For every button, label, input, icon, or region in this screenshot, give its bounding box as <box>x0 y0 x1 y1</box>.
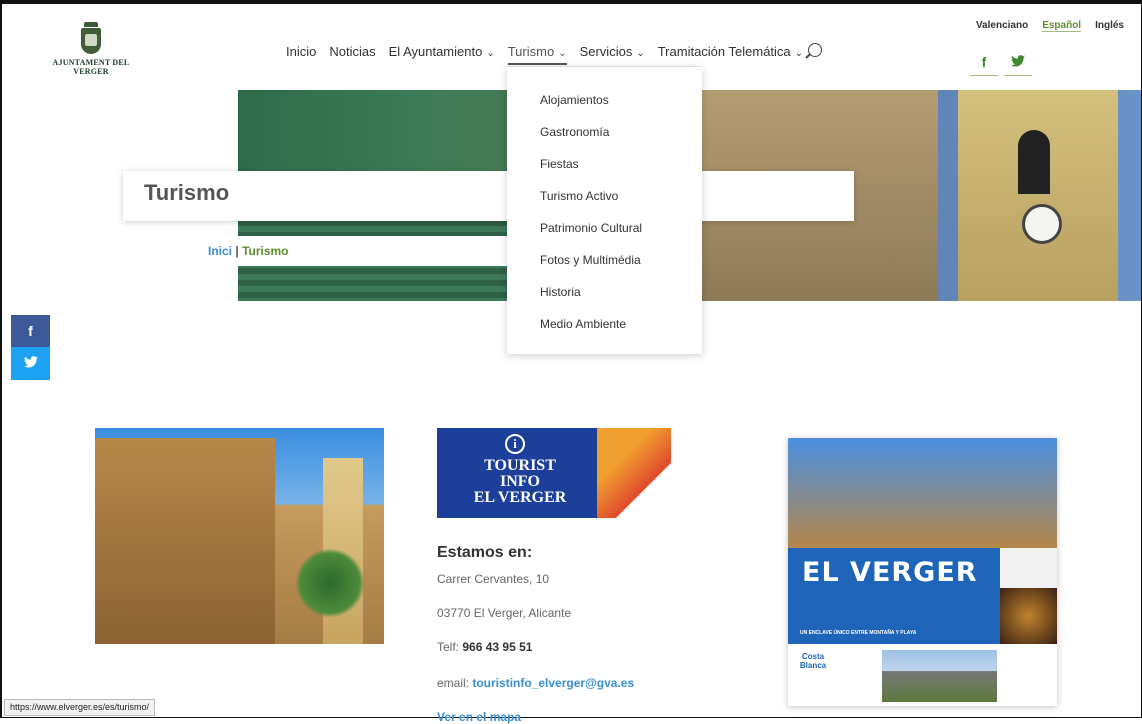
nav-label: Noticias <box>329 44 376 59</box>
contact-heading: Estamos en: <box>437 544 533 561</box>
info-icon: i <box>505 434 525 454</box>
nav-inicio[interactable]: Inicio <box>286 44 316 59</box>
logo-text: AJUNTAMENT DEL VERGER <box>52 58 130 76</box>
poster-photo <box>788 438 1057 548</box>
el-verger-poster[interactable]: EL VERGER UN ENCLAVE ÚNICO ENTRE MONTAÑA… <box>788 438 1057 706</box>
turismo-dropdown: Alojamientos Gastronomía Fiestas Turismo… <box>507 66 702 354</box>
lang-espanol[interactable]: Español <box>1042 20 1082 32</box>
phone-line: Telf: 966 43 95 51 <box>437 640 532 654</box>
hero-image-bell <box>1018 130 1050 194</box>
chevron-down-icon: ⌄ <box>636 48 645 59</box>
side-twitter-icon[interactable] <box>11 347 50 380</box>
costa-blanca-logo: Costa Blanca <box>799 652 827 670</box>
header-social: f <box>970 54 1038 76</box>
email-line: email: touristinfo_elverger@gva.es <box>437 676 634 690</box>
tourist-logo-line: EL VERGER <box>473 489 567 506</box>
status-bar-url: https://www.elverger.es/es/turismo/ <box>4 699 156 716</box>
menu-item-turismo-activo[interactable]: Turismo Activo <box>540 189 618 203</box>
hero-image-tower <box>958 90 1118 301</box>
crown-icon <box>84 22 98 27</box>
chevron-down-icon: ⌄ <box>486 48 495 59</box>
email-label: email: <box>437 676 470 690</box>
chevron-down-icon: ⌄ <box>794 48 804 59</box>
hero-image-clock <box>1022 204 1062 244</box>
nav-tramitacion[interactable]: Tramitación Telemática ⌄ <box>658 44 803 59</box>
nav-turismo[interactable]: Turismo ⌄ <box>507 44 567 65</box>
breadcrumb-separator: | <box>235 244 239 258</box>
tourist-logo-line: TOURIST <box>484 457 556 474</box>
nav-label: El Ayuntamiento <box>388 44 483 59</box>
photo-building <box>95 438 275 644</box>
nav-label: Tramitación Telemática <box>657 44 791 59</box>
nav-label: Servicios <box>579 44 633 59</box>
coat-of-arms-icon <box>81 28 101 54</box>
page-title-box: Turismo <box>123 171 854 221</box>
chevron-down-icon: ⌄ <box>558 48 567 59</box>
poster-subtitle: UN ENCLAVE ÚNICO ENTRE MONTAÑA Y PLAYA <box>800 630 917 636</box>
menu-item-fiestas[interactable]: Fiestas <box>540 157 579 171</box>
nav-noticias[interactable]: Noticias <box>329 44 375 59</box>
breadcrumb-home[interactable]: Inici <box>208 244 232 258</box>
sun-palm-graphic <box>597 428 671 518</box>
page-title: Turismo <box>144 180 230 205</box>
email-link[interactable]: touristinfo_elverger@gva.es <box>472 676 634 690</box>
tourist-logo-line: INFO <box>500 473 540 490</box>
main-nav: Inicio Noticias El Ayuntamiento ⌄ Turismo… <box>286 42 823 65</box>
breadcrumb: Inici | Turismo <box>193 236 508 266</box>
nav-label: Inicio <box>286 44 317 59</box>
tourist-info-logo: i TOURIST INFO EL VERGER <box>437 428 671 518</box>
twitter-icon[interactable] <box>1004 54 1032 76</box>
site-logo[interactable]: AJUNTAMENT DEL VERGER <box>36 22 146 76</box>
side-facebook-icon[interactable]: f <box>11 315 50 347</box>
city: 03770 El Verger, Alicante <box>437 606 572 620</box>
breadcrumb-current: Turismo <box>242 244 289 258</box>
menu-item-fotos[interactable]: Fotos y Multimédia <box>540 253 641 267</box>
lang-ingles[interactable]: Inglés <box>1095 20 1124 32</box>
lang-valenciano[interactable]: Valenciano <box>976 20 1028 32</box>
town-photo <box>95 428 384 644</box>
map-link[interactable]: Ver en el mapa <box>437 710 521 724</box>
nav-ayuntamiento[interactable]: El Ayuntamiento ⌄ <box>389 44 495 59</box>
phone-number[interactable]: 966 43 95 51 <box>462 640 532 654</box>
nav-label: Turismo <box>507 44 555 59</box>
menu-item-gastronomia[interactable]: Gastronomía <box>540 125 609 139</box>
menu-item-medio-ambiente[interactable]: Medio Ambiente <box>540 317 626 331</box>
facebook-icon[interactable]: f <box>970 54 998 76</box>
search-icon[interactable] <box>808 42 823 57</box>
poster-title: EL VERGER <box>802 557 978 588</box>
menu-item-historia[interactable]: Historia <box>540 285 581 299</box>
tourist-logo-text: TOURIST INFO EL VERGER <box>465 458 575 506</box>
poster-mountain-photo <box>882 650 997 702</box>
language-switcher: Valenciano Español Inglés <box>962 20 1124 32</box>
phone-label: Telf: <box>437 640 460 654</box>
photo-palm <box>295 548 365 618</box>
address: Carrer Cervantes, 10 <box>437 572 550 586</box>
poster-statue-photo <box>1000 588 1057 644</box>
menu-item-patrimonio[interactable]: Patrimonio Cultural <box>540 221 642 235</box>
menu-item-alojamientos[interactable]: Alojamientos <box>540 93 609 107</box>
nav-servicios[interactable]: Servicios ⌄ <box>580 44 645 59</box>
